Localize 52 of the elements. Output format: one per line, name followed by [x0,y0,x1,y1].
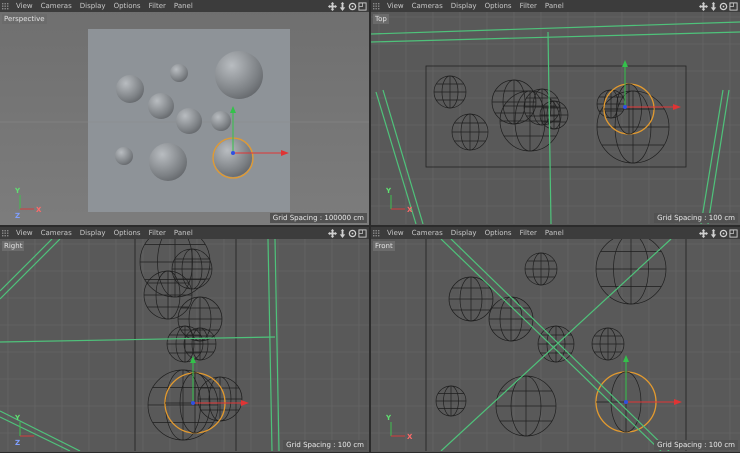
wireframe-sphere [538,326,574,362]
sphere [211,111,231,131]
axis-icon [390,422,406,436]
axis-icon [20,194,34,210]
wireframe-sphere [436,386,466,416]
wireframe-sphere [488,296,534,342]
grip-icon[interactable] [2,230,9,236]
sphere [116,75,144,103]
wireframe-sphere [164,372,226,434]
rotate-icon[interactable] [348,2,357,10]
move-gizmo-icon[interactable] [622,60,681,110]
move-gizmo-icon[interactable] [190,356,249,406]
sphere [149,143,187,181]
rotate-icon[interactable] [719,228,728,238]
grip-icon[interactable] [2,2,9,10]
down-arrow-icon[interactable] [709,2,718,10]
move-icon[interactable] [328,2,337,10]
grip-icon[interactable] [373,2,380,10]
wireframe-sphere [452,114,488,150]
down-arrow-icon[interactable] [709,228,718,238]
sphere [212,137,254,179]
axis-icon [390,194,406,210]
guide-line [0,239,52,292]
down-arrow-icon[interactable] [338,2,347,10]
wireframe-sphere [434,76,466,108]
grip-icon[interactable] [373,230,380,236]
wireframe-sphere [524,252,558,286]
sphere [215,51,263,99]
axis-icon [20,422,34,436]
maximize-icon[interactable] [729,228,738,238]
rotate-icon[interactable] [719,2,728,10]
wireframe-sphere [184,328,216,360]
wireframe-sphere [166,326,204,362]
rotate-icon[interactable] [348,228,357,238]
move-icon[interactable] [328,228,337,238]
wireframe-sphere [595,371,657,433]
move-icon[interactable] [699,2,708,10]
sphere [176,108,202,134]
maximize-icon[interactable] [729,2,738,10]
sphere [170,64,188,82]
guide-line [0,239,60,300]
wireframe-sphere [448,276,494,322]
down-arrow-icon[interactable] [338,228,347,238]
maximize-icon[interactable] [358,2,367,10]
wireframe-sphere [592,328,624,360]
wireframe-sphere [492,80,536,124]
guide-line [0,416,70,451]
sphere [115,147,133,165]
wireframe-sphere [496,376,556,436]
maximize-icon[interactable] [358,228,367,238]
move-icon[interactable] [699,228,708,238]
sphere [148,93,174,119]
